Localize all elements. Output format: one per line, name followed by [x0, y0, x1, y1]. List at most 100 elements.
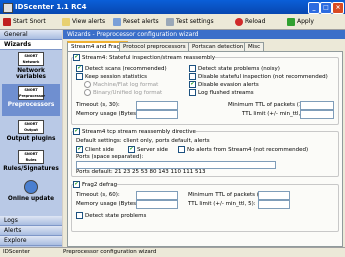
timeout-label: Timeout (s, 30):	[76, 102, 120, 108]
no-alerts-label: No alerts from Stream4 (not recommended)	[187, 147, 309, 153]
check-icon: ✔	[73, 54, 80, 61]
detect-state-label: Detect state problems (noisy)	[198, 66, 280, 72]
reload-icon	[235, 17, 243, 26]
reload-button[interactable]: Reload	[235, 16, 265, 27]
timeout-input[interactable]	[136, 101, 178, 110]
disable-evasion-checkbox[interactable]: ✔ Disable evasion alerts	[189, 81, 259, 88]
detect-scans-label: Detect scans (recommended)	[85, 66, 167, 72]
check-icon: ✔	[76, 65, 83, 72]
close-icon[interactable]: ×	[332, 2, 344, 14]
log-flushed-checkbox[interactable]: Log flushed streams	[189, 89, 254, 96]
apply-button[interactable]: Apply	[287, 16, 314, 27]
test-settings-button[interactable]: Test settings	[166, 16, 214, 27]
sidebar: General Wizards SNORT Network Network va…	[0, 30, 62, 247]
min-ttl-label: Minimum TTL of packets (1):	[228, 102, 307, 108]
checkbox-box	[178, 146, 185, 153]
frag2-checkbox[interactable]: ✔ Frag2 defrag	[73, 181, 118, 188]
maximize-icon[interactable]: □	[320, 2, 332, 14]
frag2-min-ttl-label: Minimum TTL of packets (0):	[188, 192, 267, 198]
view-alerts-label: View alerts	[72, 18, 106, 25]
toolbar: Start Snort View alerts Reset alerts Tes…	[0, 14, 345, 30]
reload-label: Reload	[245, 18, 266, 25]
stream4-checkbox[interactable]: ✔ Stream4: Stateful inspection/stream rea…	[73, 54, 216, 61]
checkbox-box	[76, 73, 83, 80]
test-settings-label: Test settings	[176, 18, 214, 25]
page-title: Wizards - Preprocessor configuration wiz…	[63, 30, 345, 39]
frag2-ttl-limit-label: TTL limit (+/- min_ttl, 5):	[188, 201, 256, 207]
view-alerts-button[interactable]: View alerts	[62, 16, 105, 27]
client-side-label: Client side	[85, 147, 114, 153]
min-ttl-input[interactable]	[300, 101, 334, 110]
machine-format-radio[interactable]: Machine/Flat log format	[84, 81, 158, 88]
frag2-detect-state-checkbox[interactable]: Detect state problems	[76, 212, 146, 219]
detect-state-checkbox[interactable]: Detect state problems (noisy)	[189, 65, 280, 72]
radio-dot	[84, 89, 91, 96]
checkbox-box	[189, 73, 196, 80]
sidebar-item-rules-signatures[interactable]: SNORT Rules Rules/Signatures	[2, 150, 60, 172]
server-side-label: Server side	[137, 147, 169, 153]
start-snort-button[interactable]: Start Snort	[3, 16, 46, 27]
sidebar-item-online-update[interactable]: Online update	[2, 180, 60, 202]
keep-session-checkbox[interactable]: Keep session statistics	[76, 73, 147, 80]
test-icon	[166, 17, 174, 26]
sidebar-item-label: Rules/Signatures	[3, 166, 59, 172]
frag2-timeout-input[interactable]	[136, 191, 178, 200]
memory-input[interactable]	[136, 110, 178, 119]
check-icon: ✔	[76, 146, 83, 153]
disable-stateful-label: Disable stateful inspection (not recomme…	[198, 74, 328, 80]
sidebar-item-label: Output plugins	[6, 136, 56, 142]
reset-icon	[113, 17, 121, 26]
keep-session-label: Keep session statistics	[85, 74, 147, 80]
frag2-detect-state-label: Detect state problems	[85, 213, 147, 219]
frag2-ttl-limit-input[interactable]	[258, 200, 290, 209]
title-bar: IDScenter 1.1 RC4 _ □ ×	[0, 0, 345, 14]
reset-alerts-label: Reset alerts	[123, 18, 159, 25]
frag2-memory-input[interactable]	[136, 200, 178, 209]
globe-icon	[24, 180, 38, 194]
ports-input[interactable]	[76, 161, 276, 169]
stream4-tcp-checkbox[interactable]: ✔ Stream4 tcp stream reassembly directive	[73, 128, 196, 135]
sidebar-item-label: Preprocessors	[7, 102, 55, 108]
disable-stateful-checkbox[interactable]: Disable stateful inspection (not recomme…	[189, 73, 328, 80]
sidebar-item-output-plugins[interactable]: SNORT Output Output plugins	[2, 120, 60, 142]
check-icon: ✔	[128, 146, 135, 153]
stream4-title: Stream4: Stateful inspection/stream reas…	[82, 55, 216, 61]
server-side-checkbox[interactable]: ✔ Server side	[128, 146, 168, 153]
output-icon: SNORT Output	[18, 120, 44, 134]
tab-panel: ✔ Stream4: Stateful inspection/stream rea…	[67, 51, 343, 247]
sidebar-item-preprocessors[interactable]: SNORT Preprocessor Preprocessors	[2, 84, 60, 116]
disable-evasion-label: Disable evasion alerts	[198, 82, 259, 88]
sidebar-explore[interactable]: Explore	[0, 236, 62, 246]
detect-scans-checkbox[interactable]: ✔ Detect scans (recommended)	[76, 65, 167, 72]
ttl-limit-input[interactable]	[300, 110, 334, 119]
checkbox-box	[189, 65, 196, 72]
alerts-icon	[62, 17, 70, 26]
apply-label: Apply	[297, 18, 314, 25]
sidebar-alerts[interactable]: Alerts	[0, 226, 62, 236]
client-side-checkbox[interactable]: ✔ Client side	[76, 146, 114, 153]
machine-format-label: Machine/Flat log format	[93, 82, 159, 88]
sidebar-item-label: Network variables	[16, 68, 46, 80]
frag2-memory-label: Memory usage (Bytes):	[76, 201, 141, 207]
app-icon	[3, 3, 13, 13]
preprocessor-icon: SNORT Preprocessor	[18, 86, 46, 100]
frag2-title: Frag2 defrag	[82, 182, 118, 188]
minimize-icon[interactable]: _	[308, 2, 320, 14]
reset-alerts-button[interactable]: Reset alerts	[113, 16, 159, 27]
binary-format-radio[interactable]: Binary/Unified log format	[84, 89, 162, 96]
binary-format-label: Binary/Unified log format	[93, 90, 163, 96]
sidebar-item-network-variables[interactable]: SNORT Network Network variables	[2, 52, 60, 80]
frag2-min-ttl-input[interactable]	[258, 191, 290, 200]
check-icon: ✔	[73, 128, 80, 135]
sidebar-wizards[interactable]: Wizards	[0, 40, 62, 50]
stream4-tcp-title: Stream4 tcp stream reassembly directive	[82, 129, 196, 135]
sidebar-general[interactable]: General	[0, 30, 62, 40]
no-alerts-checkbox[interactable]: No alerts from Stream4 (not recommended)	[178, 146, 308, 153]
start-icon	[3, 17, 11, 26]
window-title: IDScenter 1.1 RC4	[15, 3, 87, 11]
main-area: Wizards - Preprocessor configuration wiz…	[63, 30, 345, 247]
radio-dot	[84, 81, 91, 88]
check-icon: ✔	[189, 81, 196, 88]
sidebar-logs[interactable]: Logs	[0, 216, 62, 226]
check-icon: ✔	[73, 181, 80, 188]
